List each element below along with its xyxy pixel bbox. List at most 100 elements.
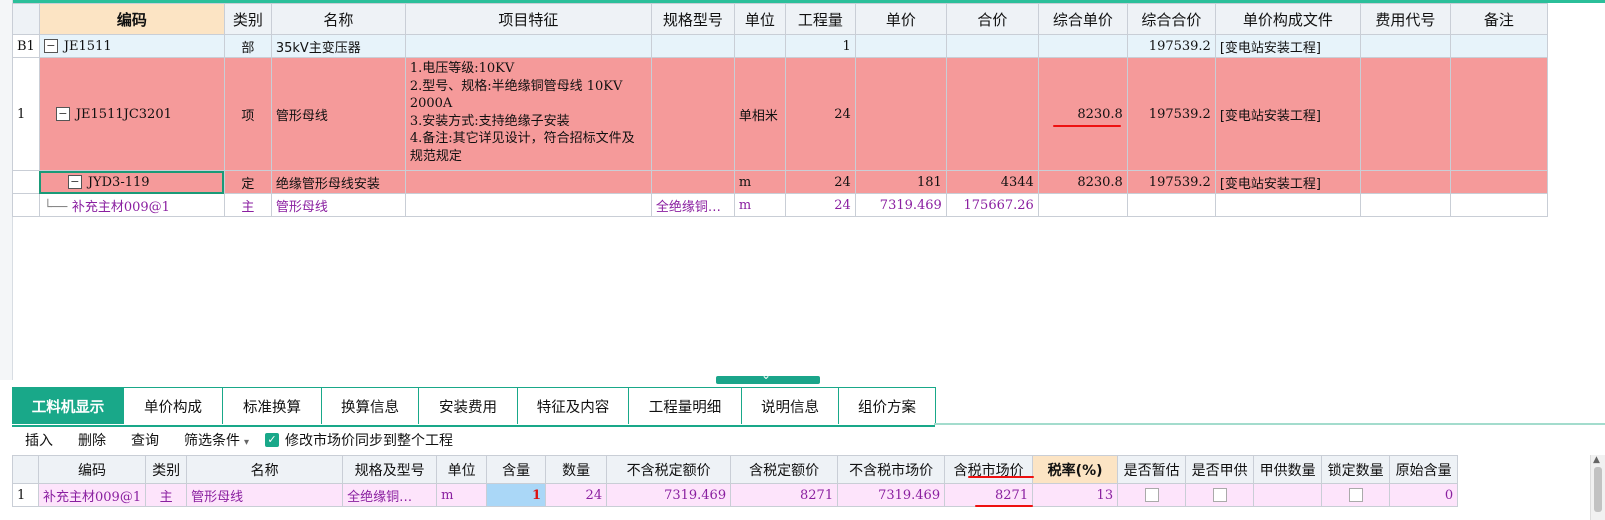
tab-conversion-info[interactable]: 换算信息 bbox=[321, 387, 419, 424]
header-comp-price[interactable]: 综合单价 bbox=[1037, 3, 1128, 35]
total-cell[interactable]: 175667.26 bbox=[945, 193, 1039, 217]
comp-price-cell[interactable] bbox=[1037, 193, 1128, 217]
note-cell[interactable] bbox=[1449, 57, 1548, 171]
owner-supply-cell[interactable] bbox=[1185, 483, 1255, 507]
comp-total-cell[interactable]: 197539.2 bbox=[1126, 170, 1216, 194]
panel-splitter-handle[interactable] bbox=[716, 368, 820, 384]
table-row[interactable]: 1 补充主材009@1 主 管形母线 全绝缘铜… m 1 24 7319.469… bbox=[12, 483, 1459, 507]
comp-total-cell[interactable]: 197539.2 bbox=[1126, 34, 1216, 58]
header-ex-market-price[interactable]: 不含税市场价 bbox=[837, 455, 946, 484]
table-row[interactable]: − JYD3-119 定 绝缘管形母线安装 m 24 181 4344 8230.… bbox=[12, 170, 1548, 194]
collapse-icon[interactable]: − bbox=[67, 175, 82, 189]
type-cell[interactable]: 部 bbox=[223, 34, 272, 58]
feature-cell[interactable] bbox=[404, 170, 652, 194]
header-owner-supply-qty[interactable]: 甲供数量 bbox=[1253, 455, 1323, 484]
header-unit[interactable]: 单位 bbox=[436, 455, 488, 484]
ex-quota-price-cell[interactable]: 7319.469 bbox=[606, 483, 732, 507]
tax-rate-cell[interactable]: 13 bbox=[1032, 483, 1119, 507]
header-in-market-price[interactable]: 含税市场价 bbox=[944, 455, 1034, 484]
header-unit[interactable]: 单位 bbox=[733, 3, 786, 35]
table-row[interactable]: 1 − JE1511JC3201 项 管形母线 1.电压等级:10KV 2.型号、… bbox=[12, 57, 1548, 171]
fee-code-cell[interactable] bbox=[1359, 170, 1451, 194]
qty-cell[interactable]: 24 bbox=[784, 57, 856, 171]
tab-standard-conversion[interactable]: 标准换算 bbox=[222, 387, 322, 424]
header-code[interactable]: 编码 bbox=[38, 3, 225, 35]
header-qty[interactable]: 工程量 bbox=[784, 3, 856, 35]
name-cell[interactable]: 35kV主变压器 bbox=[270, 34, 406, 58]
unit-cell[interactable]: m bbox=[733, 170, 786, 194]
type-cell[interactable]: 主 bbox=[223, 193, 272, 217]
header-owner-supply[interactable]: 是否甲供 bbox=[1185, 455, 1255, 484]
qty-cell[interactable]: 1 bbox=[784, 34, 856, 58]
sync-checkbox[interactable]: ✓ bbox=[265, 433, 280, 447]
header-ex-quota-price[interactable]: 不含税定额价 bbox=[606, 455, 732, 484]
header-name[interactable]: 名称 bbox=[270, 3, 406, 35]
comp-price-cell[interactable]: 8230.8 bbox=[1037, 170, 1128, 194]
header-type[interactable]: 类别 bbox=[223, 3, 272, 35]
unit-cell[interactable] bbox=[733, 34, 786, 58]
comp-price-cell[interactable]: 8230.8 bbox=[1037, 57, 1128, 171]
tab-pricing-plan[interactable]: 组价方案 bbox=[838, 387, 936, 424]
name-cell[interactable]: 绝缘管形母线安装 bbox=[270, 170, 406, 194]
name-cell[interactable]: 管形母线 bbox=[270, 193, 406, 217]
header-feature[interactable]: 项目特征 bbox=[404, 3, 652, 35]
tab-price-composition[interactable]: 单价构成 bbox=[123, 387, 223, 424]
header-comp-total[interactable]: 综合合价 bbox=[1126, 3, 1216, 35]
fee-code-cell[interactable] bbox=[1359, 57, 1451, 171]
tab-material-display[interactable]: 工料机显示 bbox=[12, 387, 124, 424]
code-cell[interactable]: 补充主材009@1 bbox=[37, 483, 147, 507]
header-in-quota-price[interactable]: 含税定额价 bbox=[730, 455, 839, 484]
in-quota-price-cell[interactable]: 8271 bbox=[730, 483, 839, 507]
type-cell[interactable]: 项 bbox=[223, 57, 272, 171]
price-file-cell[interactable]: [变电站安装工程] bbox=[1214, 34, 1361, 58]
header-estimate[interactable]: 是否暂估 bbox=[1117, 455, 1187, 484]
header-qty[interactable]: 数量 bbox=[545, 455, 608, 484]
price-cell[interactable]: 181 bbox=[854, 170, 947, 194]
total-cell[interactable] bbox=[945, 57, 1039, 171]
header-fee-code[interactable]: 费用代号 bbox=[1359, 3, 1451, 35]
tab-feature-content[interactable]: 特征及内容 bbox=[517, 387, 629, 424]
spec-cell[interactable] bbox=[650, 170, 735, 194]
price-file-cell[interactable] bbox=[1214, 193, 1361, 217]
price-cell[interactable]: 7319.469 bbox=[854, 193, 947, 217]
header-code[interactable]: 编码 bbox=[37, 455, 147, 484]
header-total[interactable]: 合价 bbox=[945, 3, 1039, 35]
header-spec[interactable]: 规格及型号 bbox=[342, 455, 438, 484]
name-cell[interactable]: 管形母线 bbox=[186, 483, 344, 507]
filter-dropdown[interactable]: 筛选条件 ▾ bbox=[184, 430, 249, 450]
code-cell[interactable]: − JE1511 bbox=[38, 34, 225, 58]
orig-content-cell[interactable]: 0 bbox=[1389, 483, 1459, 507]
estimate-cell[interactable] bbox=[1117, 483, 1187, 507]
code-cell[interactable]: └── 补充主材009@1 bbox=[38, 193, 225, 217]
vertical-scrollbar[interactable]: ▲ bbox=[1590, 455, 1605, 520]
tab-quantity-detail[interactable]: 工程量明细 bbox=[628, 387, 742, 424]
qty-cell[interactable]: 24 bbox=[545, 483, 608, 507]
header-price-file[interactable]: 单价构成文件 bbox=[1214, 3, 1361, 35]
feature-cell[interactable]: 1.电压等级:10KV 2.型号、规格:半绝缘铜管母线 10KV 2000A 3… bbox=[404, 57, 652, 171]
price-file-cell[interactable]: [变电站安装工程] bbox=[1214, 57, 1361, 171]
lock-qty-checkbox[interactable] bbox=[1348, 488, 1363, 502]
price-cell[interactable] bbox=[854, 34, 947, 58]
lock-qty-cell[interactable] bbox=[1321, 483, 1391, 507]
feature-cell[interactable] bbox=[404, 34, 652, 58]
header-type[interactable]: 类别 bbox=[145, 455, 188, 484]
in-market-price-cell[interactable]: 8271 bbox=[944, 483, 1034, 507]
comp-total-cell[interactable]: 197539.2 bbox=[1126, 57, 1216, 171]
collapse-icon[interactable]: − bbox=[55, 107, 70, 121]
ex-market-price-cell[interactable]: 7319.469 bbox=[837, 483, 946, 507]
comp-total-cell[interactable] bbox=[1126, 193, 1216, 217]
price-file-cell[interactable]: [变电站安装工程] bbox=[1214, 170, 1361, 194]
qty-cell[interactable]: 24 bbox=[784, 170, 856, 194]
type-cell[interactable]: 主 bbox=[145, 483, 188, 507]
scroll-up-icon[interactable]: ▲ bbox=[1593, 455, 1600, 465]
code-cell-selected[interactable]: − JYD3-119 bbox=[38, 170, 225, 194]
total-cell[interactable]: 4344 bbox=[945, 170, 1039, 194]
tab-install-fee[interactable]: 安装费用 bbox=[418, 387, 518, 424]
owner-supply-checkbox[interactable] bbox=[1212, 488, 1227, 502]
table-row[interactable]: └── 补充主材009@1 主 管形母线 全绝缘铜… m 24 7319.469 … bbox=[12, 193, 1548, 217]
spec-cell[interactable] bbox=[650, 57, 735, 171]
collapse-icon[interactable]: − bbox=[43, 39, 58, 53]
estimate-checkbox[interactable] bbox=[1144, 488, 1159, 502]
query-button[interactable]: 查询 bbox=[131, 430, 159, 450]
owner-supply-qty-cell[interactable] bbox=[1253, 483, 1323, 507]
